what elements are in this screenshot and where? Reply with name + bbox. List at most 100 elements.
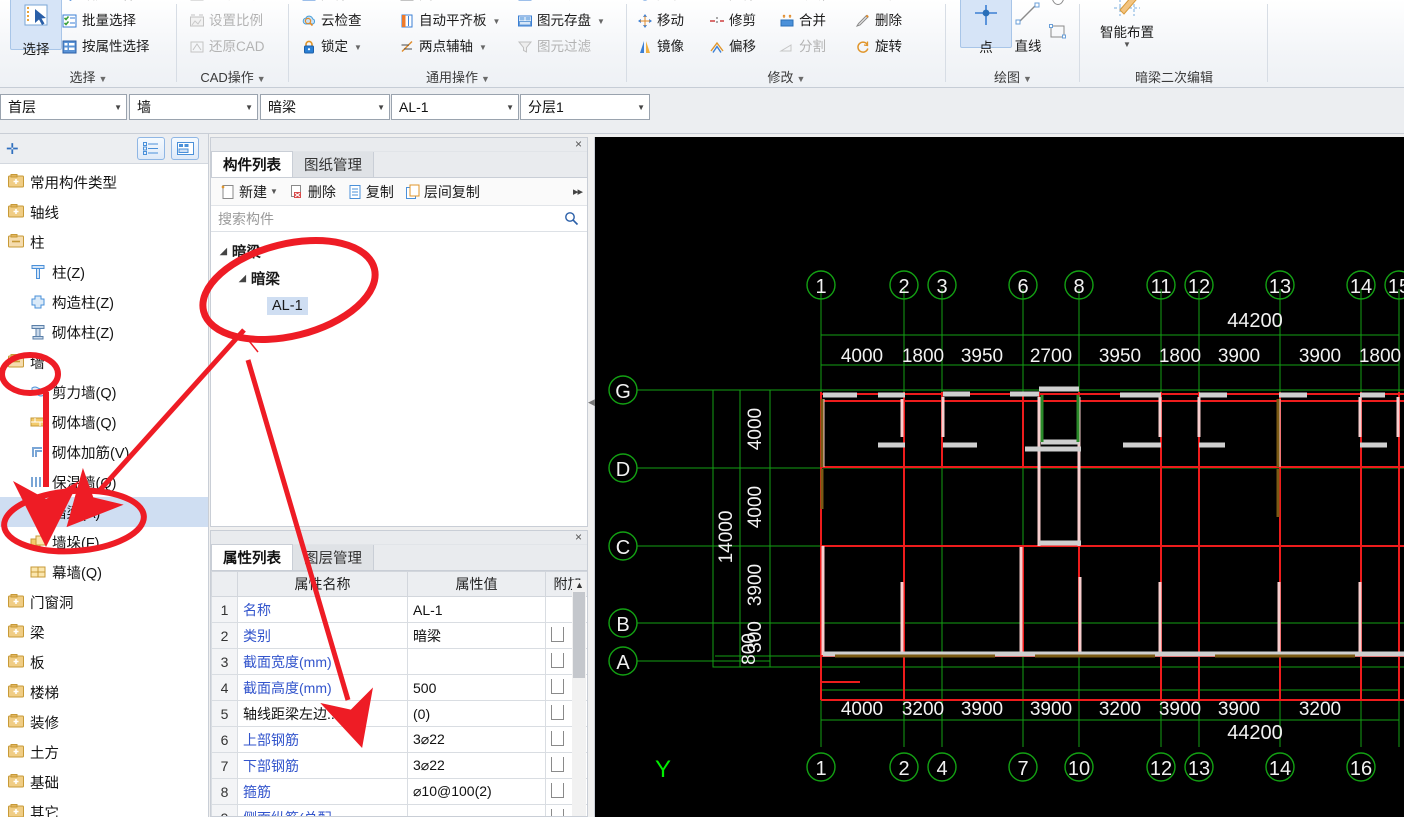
chevron-down-icon[interactable]: ▼ [270, 187, 278, 196]
cmd-element-save[interactable]: 图元存盘 ▼ [515, 12, 607, 30]
property-row-value[interactable]: 暗梁 [407, 622, 546, 649]
cmd-pick-component[interactable]: 指定构件 [60, 0, 138, 4]
attach-checkbox[interactable] [551, 626, 564, 642]
triangle-expanded-icon[interactable]: ◢ [220, 246, 227, 257]
cmd-extend[interactable]: 延伸 [299, 0, 350, 4]
cmd-merge[interactable]: 合并 [777, 12, 828, 30]
sidebar-item-16[interactable]: 板 [0, 647, 208, 677]
cmd-auto-align-slab[interactable]: 自动平齐板 ▼ [397, 12, 502, 30]
select-button[interactable]: 选择 [10, 0, 62, 57]
triangle-expanded-icon[interactable]: ◢ [239, 273, 246, 284]
sidebar-item-1[interactable]: 轴线 [0, 197, 208, 227]
attach-checkbox[interactable] [551, 678, 564, 694]
attach-checkbox[interactable] [551, 782, 564, 798]
component-name-combo[interactable]: AL-1 ▼ [391, 94, 519, 120]
draw-rect-button[interactable] [1046, 22, 1066, 40]
sidebar-item-8[interactable]: 砌体墙(Q) [0, 407, 208, 437]
sidebar-item-2[interactable]: 柱 [0, 227, 208, 257]
cmd-mirror[interactable]: 镜像 [635, 38, 686, 56]
list-view-toggle[interactable] [137, 137, 165, 160]
component-tree-node-group[interactable]: ◢ 暗梁 [211, 238, 587, 265]
cmd-slope[interactable]: 变斜 [397, 0, 448, 4]
property-row[interactable]: 9侧面纵筋(总配... [211, 804, 587, 816]
floor-combo[interactable]: 首层 ▼ [0, 94, 127, 120]
sidebar-item-0[interactable]: 常用构件类型 [0, 167, 208, 197]
cmd-divide[interactable]: 分割 [777, 38, 828, 56]
sidebar-item-13[interactable]: 幕墙(Q) [0, 557, 208, 587]
collapse-handle-icon[interactable]: ◀ [588, 397, 595, 408]
cmd-move[interactable]: 移动 [635, 12, 686, 30]
sidebar-item-17[interactable]: 楼梯 [0, 677, 208, 707]
attach-checkbox[interactable] [551, 730, 564, 746]
sidebar-item-11[interactable]: 暗梁(A) [0, 497, 208, 527]
property-row-value[interactable]: 500 [407, 674, 546, 701]
scroll-up-icon[interactable]: ▲ [575, 580, 584, 590]
pin-icon[interactable]: ✛ [6, 140, 19, 158]
cmd-cloud-check[interactable]: 云检查 [299, 12, 364, 30]
sidebar-item-21[interactable]: 其它 [0, 797, 208, 817]
cmd-three-d[interactable]: 三维显示 [187, 0, 265, 4]
close-icon[interactable]: × [575, 138, 582, 151]
property-row[interactable]: 4 截面高度(mm) 500 [211, 674, 587, 701]
component-search-row[interactable]: 搜索构件 [211, 206, 587, 232]
property-row-value[interactable]: ⌀10@100(2) [407, 778, 546, 805]
sidebar-item-20[interactable]: 基础 [0, 767, 208, 797]
tab-property-list[interactable]: 属性列表 [211, 544, 293, 570]
tab-drawing-management[interactable]: 图纸管理 [292, 151, 374, 177]
cmd-copy[interactable]: 复制 [635, 0, 686, 4]
property-row-value[interactable] [407, 804, 546, 816]
attach-checkbox[interactable] [551, 704, 564, 720]
cmd-element-filter[interactable]: 图元过滤 [515, 38, 593, 56]
property-row-value[interactable]: (0) [407, 700, 546, 727]
cmd-rotate[interactable]: 旋转 [853, 38, 904, 56]
attach-checkbox[interactable] [551, 808, 564, 816]
property-row-value[interactable]: AL-1 [407, 596, 546, 623]
property-row-value[interactable]: 3⌀22 [407, 726, 546, 753]
cad-drawing-canvas[interactable]: 1 2 3 6 8 11 12 13 14 15 44200 4000 1800… [595, 137, 1404, 817]
sidebar-item-14[interactable]: 门窗洞 [0, 587, 208, 617]
property-row[interactable]: 3 截面宽度(mm) [211, 648, 587, 675]
cmd-trim[interactable]: 修剪 [707, 12, 758, 30]
layer-combo[interactable]: 分层1 ▼ [520, 94, 650, 120]
sidebar-item-15[interactable]: 梁 [0, 617, 208, 647]
property-row[interactable]: 7 下部钢筋 3⌀22 [211, 752, 587, 779]
copy-component-button[interactable]: 复制 [343, 182, 398, 202]
cmd-split2[interactable]: 拆分 [853, 0, 904, 4]
property-scrollbar[interactable]: ▲ [572, 580, 586, 816]
cmd-set-scale[interactable]: 设置比例 [187, 12, 265, 30]
detail-view-toggle[interactable] [171, 137, 199, 160]
property-row[interactable]: 2 类别 暗梁 [211, 622, 587, 649]
property-row[interactable]: 8 箍筋 ⌀10@100(2) [211, 778, 587, 805]
sidebar-item-9[interactable]: 砌体加筋(V) [0, 437, 208, 467]
component-type-combo[interactable]: 暗梁 ▼ [260, 94, 390, 120]
smart-layout-button[interactable]: 智能布置 ▼ [1090, 0, 1164, 49]
panel-splitter[interactable]: ◀ [588, 137, 595, 817]
cmd-select-by-property[interactable]: 按属性选择 [60, 38, 152, 56]
search-icon[interactable] [564, 211, 579, 229]
cmd-delete[interactable]: 删除 [853, 12, 904, 30]
tab-layer-management[interactable]: 图层管理 [292, 544, 374, 570]
draw-circle-button[interactable] [1046, 0, 1066, 5]
cmd-offset[interactable]: 偏移 [707, 38, 758, 56]
attach-checkbox[interactable] [551, 756, 564, 772]
new-component-button[interactable]: 新建 ▼ [216, 182, 282, 202]
cmd-break[interactable]: 打断 [777, 0, 828, 4]
sidebar-item-5[interactable]: 砌体柱(Z) [0, 317, 208, 347]
sidebar-item-12[interactable]: 墙垛(F) [0, 527, 208, 557]
component-tree-node-item[interactable]: AL-1 [211, 292, 587, 319]
cmd-batch-delete[interactable]: 批量删除 [515, 0, 593, 4]
property-row[interactable]: 1 名称 AL-1 [211, 596, 587, 623]
property-row-value[interactable]: 3⌀22 [407, 752, 546, 779]
chevron-down-icon[interactable]: ▼ [1123, 41, 1131, 49]
attach-checkbox[interactable] [551, 652, 564, 668]
category-combo[interactable]: 墙 ▼ [129, 94, 258, 120]
close-icon[interactable]: × [575, 531, 582, 544]
cmd-batch-select[interactable]: 批量选择 [60, 12, 138, 30]
cmd-two-point-axis[interactable]: 两点辅轴 ▼ [397, 38, 489, 56]
sidebar-item-4[interactable]: 构造柱(Z) [0, 287, 208, 317]
sidebar-item-18[interactable]: 装修 [0, 707, 208, 737]
sidebar-item-7[interactable]: 剪力墙(Q) [0, 377, 208, 407]
cmd-lock[interactable]: 锁定 ▼ [299, 38, 364, 56]
inter-floor-copy-button[interactable]: 层间复制 [401, 182, 484, 202]
sidebar-item-19[interactable]: 土方 [0, 737, 208, 767]
